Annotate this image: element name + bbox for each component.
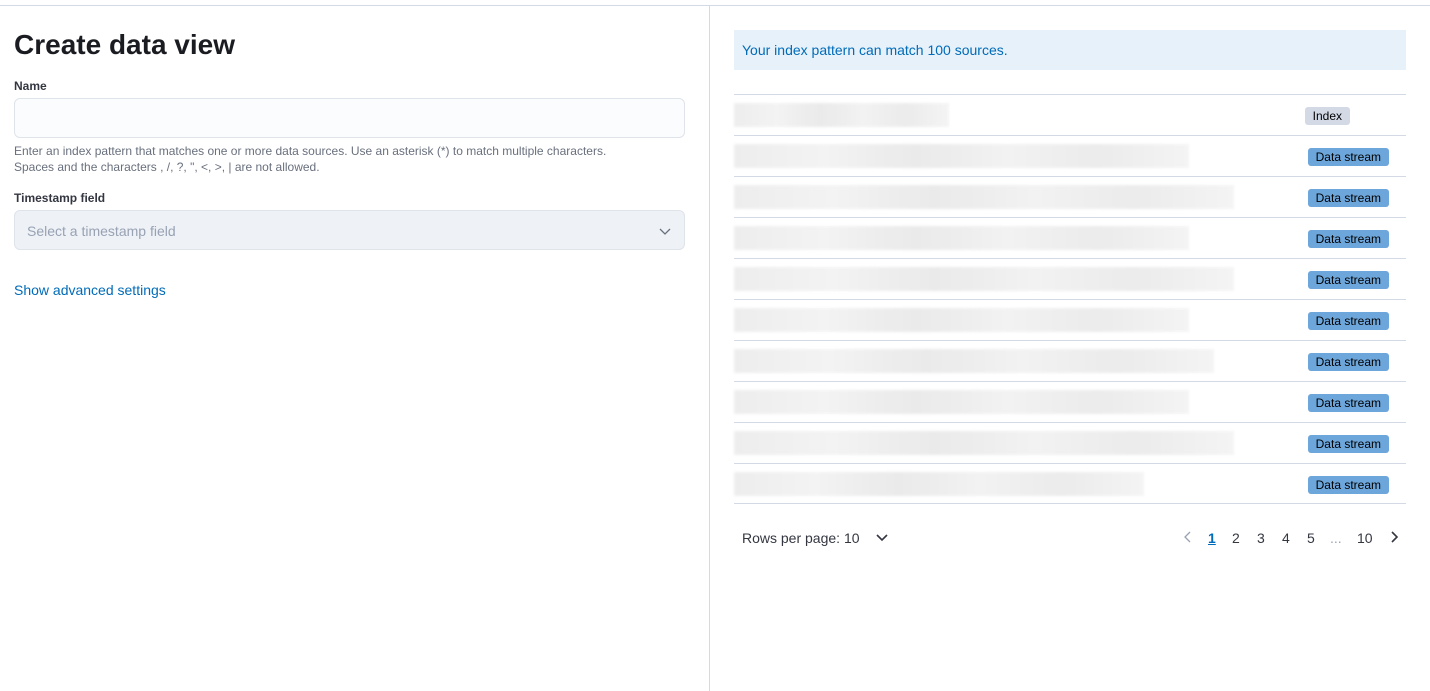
table-row: Data stream [734,463,1406,504]
index-badge: Index [1304,107,1350,125]
callout-text: Your index pattern can match 100 sources… [742,42,1008,58]
obscured-source-name [734,144,1189,168]
table-row: Data stream [734,176,1406,217]
page-title: Create data view [14,29,235,60]
data-stream-badge: Data stream [1307,312,1389,330]
table-row: Data stream [734,340,1406,381]
table-row: Data stream [734,258,1406,299]
name-help-text: Enter an index pattern that matches one … [14,143,685,175]
table-row: Data stream [734,381,1406,422]
timestamp-label: Timestamp field [14,191,106,205]
next-page-icon[interactable] [1388,530,1400,544]
table-row: Data stream [734,135,1406,176]
data-stream-badge: Data stream [1307,230,1389,248]
table-row: Index [734,94,1406,135]
show-advanced-settings-link[interactable]: Show advanced settings [14,282,166,298]
obscured-source-name [734,472,1144,496]
timestamp-placeholder: Select a timestamp field [27,223,176,239]
panel-divider [709,6,710,691]
page-ellipsis: ... [1330,530,1342,546]
obscured-source-name [734,267,1234,291]
obscured-source-name [734,185,1234,209]
page-5[interactable]: 5 [1307,530,1315,546]
data-stream-badge: Data stream [1307,189,1389,207]
chevron-down-icon [659,228,671,235]
rows-per-page-button[interactable]: Rows per page: 10 [742,530,860,546]
help-line-1: Enter an index pattern that matches one … [14,144,607,158]
data-stream-badge: Data stream [1307,435,1389,453]
data-stream-badge: Data stream [1307,476,1389,494]
data-stream-badge: Data stream [1307,353,1389,371]
sources-table: Index Data stream Data stream Data stream Da… [734,94,1406,504]
chevron-down-icon[interactable] [875,531,889,545]
obscured-source-name [734,308,1189,332]
page-10[interactable]: 10 [1357,530,1373,546]
obscured-source-name [734,431,1234,455]
obscured-source-name [734,103,949,127]
table-row: Data stream [734,299,1406,340]
help-line-2: Spaces and the characters , /, ?, ", <, … [14,160,320,174]
data-stream-badge: Data stream [1307,148,1389,166]
data-stream-badge: Data stream [1307,271,1389,289]
page-3[interactable]: 3 [1257,530,1265,546]
page-1[interactable]: 1 [1208,530,1216,546]
page-4[interactable]: 4 [1282,530,1290,546]
table-row: Data stream [734,422,1406,463]
match-callout: Your index pattern can match 100 sources… [734,30,1406,70]
table-row: Data stream [734,217,1406,258]
previous-page-icon[interactable] [1182,530,1194,544]
top-border [0,5,1430,6]
pagination-bar: Rows per page: 10 1 2 3 4 5 ... 10 [734,526,1406,550]
data-stream-badge: Data stream [1307,394,1389,412]
page-2[interactable]: 2 [1232,530,1240,546]
name-input[interactable] [14,98,685,138]
obscured-source-name [734,226,1189,250]
timestamp-select[interactable]: Select a timestamp field [14,210,685,250]
name-label: Name [14,79,47,93]
obscured-source-name [734,349,1214,373]
obscured-source-name [734,390,1189,414]
